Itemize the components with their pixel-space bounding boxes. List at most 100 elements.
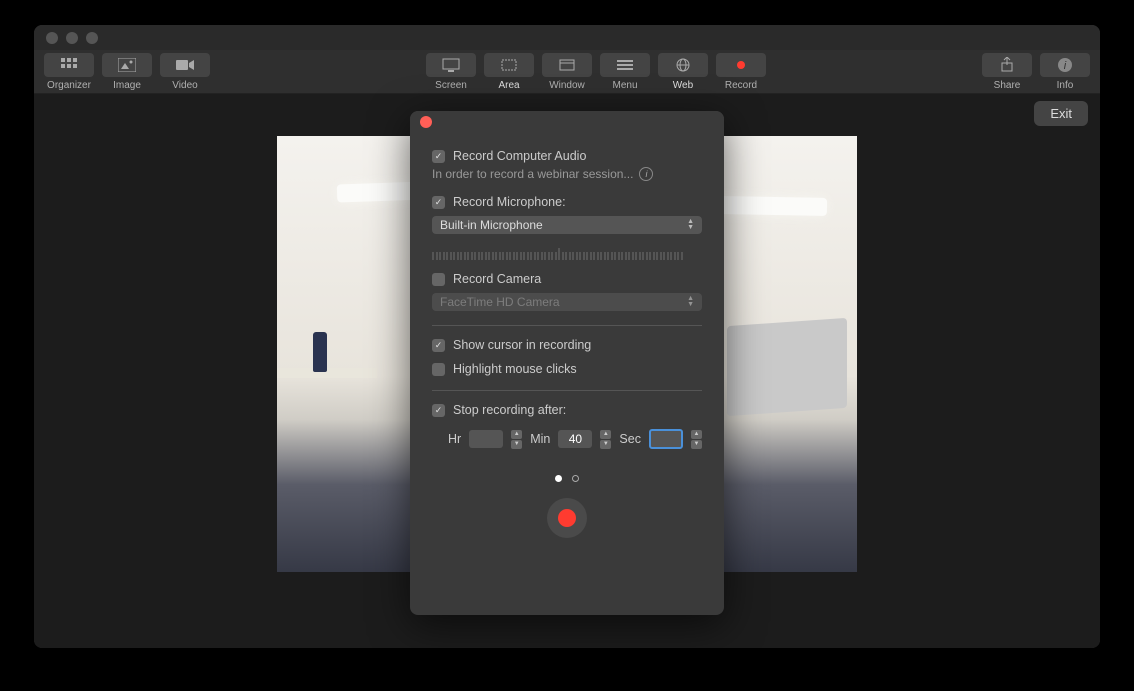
popup-body: Record Computer Audio In order to record… xyxy=(410,133,724,615)
checkbox-icon[interactable] xyxy=(432,339,445,352)
sec-stepper[interactable]: ▲▼ xyxy=(691,429,702,449)
highlight-clicks-row[interactable]: Highlight mouse clicks xyxy=(432,362,702,376)
hr-input[interactable] xyxy=(469,430,503,448)
toolbar-image[interactable]: Image xyxy=(102,53,152,91)
preview-object xyxy=(313,332,327,372)
toolbar-label: Screen xyxy=(435,80,467,91)
divider xyxy=(432,390,702,391)
microphone-level-meter xyxy=(432,248,702,260)
record-camera-label: Record Camera xyxy=(453,272,541,286)
highlight-clicks-label: Highlight mouse clicks xyxy=(453,362,577,376)
record-microphone-row[interactable]: Record Microphone: xyxy=(432,195,702,209)
chevron-down-icon[interactable]: ▼ xyxy=(691,440,702,449)
close-window-icon[interactable] xyxy=(46,32,58,44)
show-cursor-row[interactable]: Show cursor in recording xyxy=(432,338,702,352)
record-camera-row[interactable]: Record Camera xyxy=(432,272,702,286)
toolbar-label: Video xyxy=(172,80,197,91)
toolbar-group-right: Share i Info xyxy=(982,53,1090,91)
toolbar-label: Window xyxy=(549,80,585,91)
info-icon: i xyxy=(1057,57,1073,73)
microphone-select[interactable]: Built-in Microphone ▲▼ xyxy=(432,216,702,234)
toolbar-label: Info xyxy=(1057,80,1074,91)
titlebar xyxy=(34,25,1100,50)
grid-icon xyxy=(61,58,77,72)
exit-button[interactable]: Exit xyxy=(1034,101,1088,126)
checkbox-icon[interactable] xyxy=(432,273,445,286)
web-icon xyxy=(675,57,691,73)
chevron-down-icon[interactable]: ▼ xyxy=(600,440,611,449)
image-icon xyxy=(118,58,136,72)
record-computer-audio-label: Record Computer Audio xyxy=(453,149,586,163)
computer-audio-hint: In order to record a webinar session... … xyxy=(432,167,702,181)
area-icon xyxy=(500,58,518,72)
record-computer-audio-row[interactable]: Record Computer Audio xyxy=(432,149,702,163)
camera-select[interactable]: FaceTime HD Camera ▲▼ xyxy=(432,293,702,311)
toolbar-record[interactable]: Record xyxy=(716,53,766,91)
divider xyxy=(432,325,702,326)
checkbox-icon[interactable] xyxy=(432,363,445,376)
sec-label: Sec xyxy=(619,432,641,446)
toolbar: Organizer Image Video Screen Area xyxy=(34,50,1100,94)
toolbar-area[interactable]: Area xyxy=(484,53,534,91)
hr-label: Hr xyxy=(448,432,461,446)
record-icon xyxy=(558,509,576,527)
toolbar-label: Web xyxy=(673,80,693,91)
hr-stepper[interactable]: ▲▼ xyxy=(511,429,522,449)
checkbox-icon[interactable] xyxy=(432,196,445,209)
preview-laptop xyxy=(727,318,847,416)
checkbox-icon[interactable] xyxy=(432,150,445,163)
toolbar-label: Image xyxy=(113,80,141,91)
toolbar-group-left: Organizer Image Video xyxy=(44,53,210,91)
duration-row: Hr ▲▼ Min ▲▼ Sec ▲▼ xyxy=(432,429,702,449)
app-window: Organizer Image Video Screen Area xyxy=(34,25,1100,648)
chevron-down-icon[interactable]: ▼ xyxy=(511,440,522,449)
toolbar-label: Menu xyxy=(612,80,637,91)
popup-titlebar xyxy=(410,111,724,133)
toolbar-group-center: Screen Area Window Menu Web Record xyxy=(426,53,766,91)
microphone-selected: Built-in Microphone xyxy=(440,218,543,232)
toolbar-label: Organizer xyxy=(47,80,91,91)
start-record-button[interactable] xyxy=(547,498,587,538)
toolbar-window[interactable]: Window xyxy=(542,53,592,91)
chevron-updown-icon: ▲▼ xyxy=(687,219,694,231)
chevron-up-icon[interactable]: ▲ xyxy=(691,430,702,439)
page-indicator xyxy=(432,475,702,482)
camera-selected: FaceTime HD Camera xyxy=(440,295,560,309)
min-stepper[interactable]: ▲▼ xyxy=(600,429,611,449)
chevron-updown-icon: ▲▼ xyxy=(687,296,694,308)
sec-input[interactable] xyxy=(649,429,683,449)
close-icon[interactable] xyxy=(420,116,432,128)
chevron-up-icon[interactable]: ▲ xyxy=(511,430,522,439)
show-cursor-label: Show cursor in recording xyxy=(453,338,591,352)
zoom-window-icon[interactable] xyxy=(86,32,98,44)
record-settings-popup: Record Computer Audio In order to record… xyxy=(410,111,724,615)
info-icon[interactable]: i xyxy=(639,167,653,181)
toolbar-web[interactable]: Web xyxy=(658,53,708,91)
toolbar-video[interactable]: Video xyxy=(160,53,210,91)
toolbar-info[interactable]: i Info xyxy=(1040,53,1090,91)
stop-after-row[interactable]: Stop recording after: xyxy=(432,403,702,417)
video-icon xyxy=(176,59,194,71)
toolbar-share[interactable]: Share xyxy=(982,53,1032,91)
share-icon xyxy=(1000,57,1014,73)
minimize-window-icon[interactable] xyxy=(66,32,78,44)
preview-desk xyxy=(277,368,377,378)
min-input[interactable] xyxy=(558,430,592,448)
page-dot-2[interactable] xyxy=(572,475,579,482)
toolbar-label: Record xyxy=(725,80,757,91)
toolbar-screen[interactable]: Screen xyxy=(426,53,476,91)
stop-after-label: Stop recording after: xyxy=(453,403,566,417)
checkbox-icon[interactable] xyxy=(432,404,445,417)
chevron-up-icon[interactable]: ▲ xyxy=(600,430,611,439)
min-label: Min xyxy=(530,432,550,446)
main-area: Exit Record Computer Audio In order to r… xyxy=(34,94,1100,648)
record-microphone-label: Record Microphone: xyxy=(453,195,566,209)
page-dot-1[interactable] xyxy=(555,475,562,482)
toolbar-label: Area xyxy=(498,80,519,91)
toolbar-organizer[interactable]: Organizer xyxy=(44,53,94,91)
toolbar-menu[interactable]: Menu xyxy=(600,53,650,91)
toolbar-label: Share xyxy=(994,80,1021,91)
record-icon xyxy=(733,57,749,73)
menu-icon xyxy=(617,59,633,71)
hint-text: In order to record a webinar session... xyxy=(432,167,633,181)
